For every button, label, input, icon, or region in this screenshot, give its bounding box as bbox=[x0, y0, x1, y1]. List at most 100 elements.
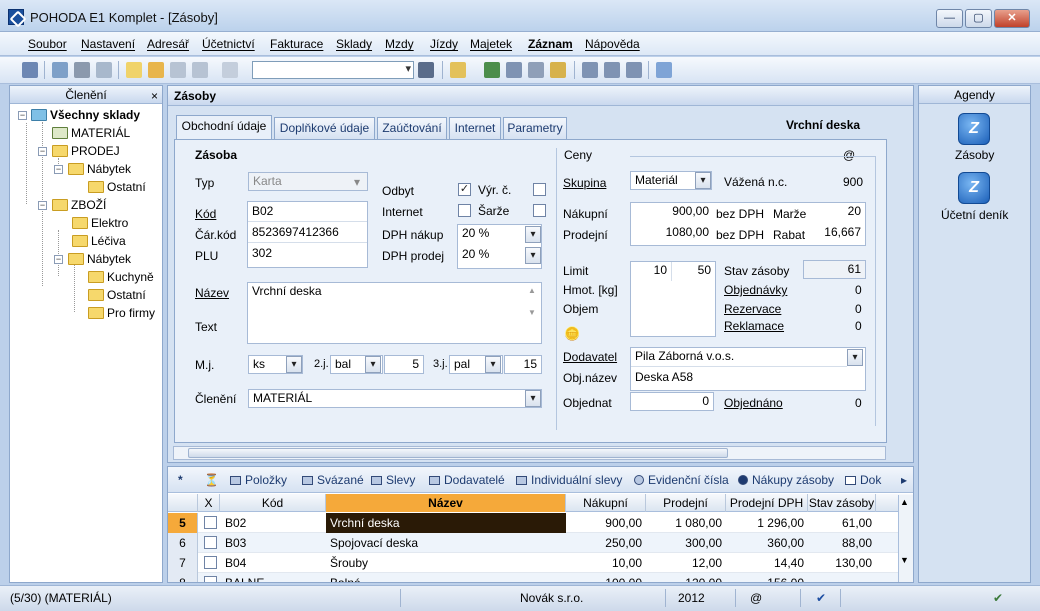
tree-toggle[interactable]: − bbox=[54, 255, 63, 264]
objnazev-field[interactable]: Deska A58 bbox=[631, 369, 865, 388]
tree-prodej-nabytek[interactable]: Nábytek bbox=[68, 160, 131, 178]
ucetni-denik-agenda-icon[interactable]: Z bbox=[958, 172, 990, 204]
row-checkbox[interactable] bbox=[204, 576, 217, 582]
dph-prodej-field[interactable]: 20 % bbox=[458, 246, 524, 265]
sarze-checkbox[interactable] bbox=[533, 204, 546, 217]
tree-toggle[interactable]: − bbox=[18, 111, 27, 120]
tree-zbozi-ostatni[interactable]: Ostatní bbox=[88, 286, 146, 304]
form-view-icon[interactable] bbox=[604, 62, 620, 78]
nakupni-field[interactable]: 900,00 bbox=[631, 203, 713, 222]
report-icon[interactable] bbox=[484, 62, 500, 78]
limit-max-field[interactable]: 50 bbox=[673, 262, 715, 281]
table-row[interactable]: 7 B04 Šrouby 10,00 12,00 14,40 130,00 bbox=[168, 553, 901, 573]
tab-doplnkove-udaje[interactable]: Doplňkové údaje bbox=[274, 117, 375, 139]
help-icon[interactable] bbox=[656, 62, 672, 78]
list-view-icon[interactable] bbox=[582, 62, 598, 78]
filter-icon[interactable] bbox=[418, 62, 434, 78]
maximize-button[interactable]: ▢ bbox=[965, 9, 992, 28]
menu-sklady[interactable]: Sklady bbox=[336, 37, 372, 51]
dph-nakup-field[interactable]: 20 % bbox=[458, 225, 524, 244]
internet-checkbox[interactable] bbox=[458, 204, 471, 217]
tab-zauctovani[interactable]: Zaúčtování bbox=[377, 117, 447, 139]
open-icon[interactable] bbox=[52, 62, 68, 78]
j3-dropdown[interactable]: ▾ bbox=[485, 356, 501, 373]
tree-prodej-ostatni[interactable]: Ostatní bbox=[88, 178, 146, 196]
subtab-individualni-slevy[interactable]: Individuální slevy bbox=[516, 473, 622, 487]
edit-icon[interactable] bbox=[148, 62, 164, 78]
save-all-icon[interactable] bbox=[192, 62, 208, 78]
toolbar-search-combo[interactable] bbox=[252, 61, 414, 79]
calendar-icon[interactable] bbox=[506, 62, 522, 78]
col-prodejni[interactable]: Prodejní bbox=[646, 494, 726, 512]
agenda-zasoby[interactable]: Zásoby bbox=[955, 148, 994, 162]
col-nakupni[interactable]: Nákupní bbox=[566, 494, 646, 512]
table-row[interactable]: 8 BALNE Balné 100,00 120,00 156,00 bbox=[168, 573, 901, 582]
j3-qty-field[interactable]: 15 bbox=[504, 355, 542, 374]
tree-zbozi[interactable]: ZBOŽÍ bbox=[52, 196, 106, 214]
objednat-field[interactable]: 0 bbox=[630, 392, 714, 411]
plu-field[interactable]: 302 bbox=[248, 245, 367, 264]
menu-soubor[interactable]: Soubor bbox=[28, 37, 67, 51]
subtab-dodavatele[interactable]: Dodavatelé bbox=[429, 473, 505, 487]
copy-icon[interactable] bbox=[222, 62, 238, 78]
vertical-scrollbar[interactable]: ▲ ▼ bbox=[898, 495, 913, 582]
tree-kuchyne[interactable]: Kuchyně bbox=[88, 268, 154, 286]
zasoby-agenda-icon[interactable]: Z bbox=[958, 113, 990, 145]
j2-qty-field[interactable]: 5 bbox=[384, 355, 424, 374]
exit-icon[interactable] bbox=[22, 62, 38, 78]
row-checkbox[interactable] bbox=[204, 536, 217, 549]
tabs-scroll-right-icon[interactable]: ▸ bbox=[901, 473, 907, 487]
rabat-field[interactable]: 16,667 bbox=[817, 224, 865, 243]
minimize-button[interactable]: — bbox=[936, 9, 963, 28]
subtab-polozky[interactable]: Položky bbox=[230, 473, 287, 487]
row-checkbox[interactable] bbox=[204, 516, 217, 529]
marze-field[interactable]: 20 bbox=[817, 203, 865, 222]
objednano-link[interactable]: Objednáno bbox=[724, 396, 783, 410]
menu-majetek[interactable]: Majetek bbox=[470, 37, 512, 51]
dodavatel-field[interactable]: Pila Záborná v.o.s. bbox=[631, 348, 847, 367]
split-view-icon[interactable] bbox=[626, 62, 642, 78]
mj-dropdown[interactable]: ▾ bbox=[286, 356, 302, 373]
tree-zbozi-nabytek[interactable]: Nábytek bbox=[68, 250, 131, 268]
menu-mzdy[interactable]: Mzdy bbox=[385, 37, 414, 51]
filter-icon[interactable]: ⏳ bbox=[204, 473, 219, 487]
row-checkbox[interactable] bbox=[204, 556, 217, 569]
tree-leciva[interactable]: Léčiva bbox=[72, 232, 126, 250]
col-x[interactable]: X bbox=[198, 494, 220, 512]
table-row[interactable]: 5 B02 Vrchní deska 900,00 1 080,00 1 296… bbox=[168, 513, 901, 533]
dodavatel-dropdown[interactable]: ▾ bbox=[847, 349, 863, 366]
tab-parametry[interactable]: Parametry bbox=[503, 117, 567, 139]
menu-adresar[interactable]: Adresář bbox=[147, 37, 189, 51]
tree-toggle[interactable]: − bbox=[38, 201, 47, 210]
menu-nastaveni[interactable]: Nastavení bbox=[81, 37, 135, 51]
col-nazev[interactable]: Název bbox=[326, 494, 566, 512]
calculator-icon[interactable] bbox=[528, 62, 544, 78]
scroll-top-icon[interactable]: ▲ bbox=[900, 497, 909, 507]
objednavky-link[interactable]: Objednávky bbox=[724, 283, 787, 297]
scroll-up-icon[interactable]: ▲ bbox=[528, 286, 536, 295]
col-kod[interactable]: Kód bbox=[220, 494, 326, 512]
tree-pro-firmy[interactable]: Pro firmy bbox=[88, 304, 155, 322]
menu-ucetnictvi[interactable]: Účetnictví bbox=[202, 37, 255, 51]
menu-napoveda[interactable]: Nápověda bbox=[585, 37, 640, 51]
horizontal-scrollbar[interactable] bbox=[173, 446, 886, 460]
folder-icon[interactable] bbox=[450, 62, 466, 78]
menu-zaznam[interactable]: Záznam bbox=[528, 37, 573, 51]
cleneni-field[interactable]: MATERIÁL bbox=[248, 389, 542, 408]
rezervace-link[interactable]: Rezervace bbox=[724, 302, 781, 316]
carkod-field[interactable]: 8523697412366 bbox=[248, 224, 367, 243]
subtab-evidencni-cisla[interactable]: Evidenční čísla bbox=[634, 473, 729, 487]
scroll-down-icon[interactable]: ▼ bbox=[528, 308, 536, 317]
tree-prodej[interactable]: PRODEJ bbox=[52, 142, 120, 160]
kod-field[interactable]: B02 bbox=[248, 203, 367, 222]
agenda-ucetni-denik[interactable]: Účetní deník bbox=[941, 208, 1008, 222]
tree-toggle[interactable]: − bbox=[38, 147, 47, 156]
col-prodejni-dph[interactable]: Prodejní DPH bbox=[726, 494, 808, 512]
skupina-dropdown[interactable]: ▾ bbox=[695, 172, 711, 189]
print-preview-icon[interactable] bbox=[96, 62, 112, 78]
scroll-down-icon[interactable]: ▼ bbox=[900, 555, 909, 565]
reklamace-link[interactable]: Reklamace bbox=[724, 319, 784, 333]
subtab-nakupy-zasoby[interactable]: Nákupy zásoby bbox=[738, 473, 834, 487]
check-icon[interactable]: ✔ bbox=[816, 591, 826, 605]
panel-close-icon[interactable]: × bbox=[151, 87, 158, 105]
